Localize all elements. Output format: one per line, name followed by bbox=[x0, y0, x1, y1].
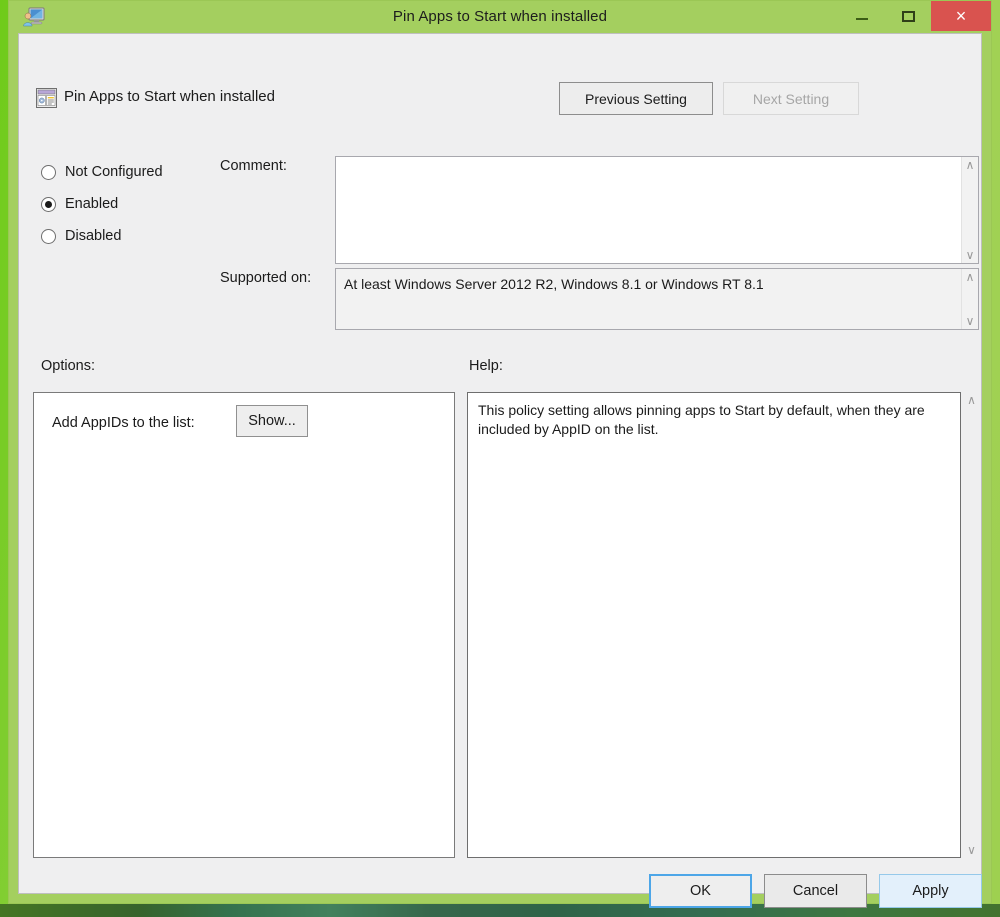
radio-enabled[interactable]: Enabled bbox=[41, 188, 241, 220]
policy-title: Pin Apps to Start when installed bbox=[64, 88, 275, 105]
add-appids-label: Add AppIDs to the list: bbox=[52, 415, 195, 431]
maximize-button[interactable] bbox=[885, 1, 931, 31]
scroll-up-icon[interactable]: ∧ bbox=[967, 394, 976, 406]
radio-disabled-label: Disabled bbox=[65, 228, 122, 244]
radio-not-configured[interactable]: Not Configured bbox=[41, 156, 241, 188]
minimize-icon bbox=[856, 18, 868, 20]
comment-scrollbar[interactable]: ∧ ∨ bbox=[961, 157, 978, 263]
scroll-down-icon[interactable]: ∨ bbox=[967, 844, 976, 856]
supported-on-text: At least Windows Server 2012 R2, Windows… bbox=[344, 276, 764, 292]
comment-field[interactable]: ∧ ∨ bbox=[335, 156, 979, 264]
radio-enabled-icon bbox=[41, 196, 56, 212]
close-icon: × bbox=[955, 6, 967, 26]
scroll-up-icon[interactable]: ∧ bbox=[966, 159, 975, 171]
supported-on-label: Supported on: bbox=[220, 270, 312, 286]
help-section-label: Help: bbox=[469, 358, 503, 374]
ok-button[interactable]: OK bbox=[649, 874, 752, 908]
apply-button[interactable]: Apply bbox=[879, 874, 982, 908]
help-panel: This policy setting allows pinning apps … bbox=[467, 392, 961, 858]
previous-setting-button[interactable]: Previous Setting bbox=[559, 82, 713, 115]
show-button[interactable]: Show... bbox=[236, 405, 308, 437]
comment-label: Comment: bbox=[220, 158, 287, 174]
help-scrollbar[interactable]: ∧ ∨ bbox=[963, 392, 980, 858]
window-controls: × bbox=[839, 1, 991, 31]
radio-disabled-icon bbox=[41, 228, 56, 244]
scroll-down-icon[interactable]: ∨ bbox=[966, 249, 975, 261]
policy-state-radio-group: Not Configured Enabled Disabled bbox=[41, 156, 241, 252]
cancel-button[interactable]: Cancel bbox=[764, 874, 867, 908]
dialog-window: Pin Apps to Start when installed × Pin A… bbox=[8, 0, 992, 908]
radio-enabled-label: Enabled bbox=[65, 196, 119, 212]
dialog-client-area: Pin Apps to Start when installed Previou… bbox=[18, 33, 982, 908]
scroll-up-icon[interactable]: ∧ bbox=[966, 271, 975, 283]
scroll-down-icon[interactable]: ∨ bbox=[966, 315, 975, 327]
policy-setting-icon bbox=[36, 88, 57, 108]
options-panel: Add AppIDs to the list: Show... bbox=[33, 392, 455, 858]
radio-disabled[interactable]: Disabled bbox=[41, 220, 241, 252]
next-setting-button: Next Setting bbox=[723, 82, 859, 115]
supported-on-field: At least Windows Server 2012 R2, Windows… bbox=[335, 268, 979, 330]
minimize-button[interactable] bbox=[839, 1, 885, 31]
title-bar[interactable]: Pin Apps to Start when installed × bbox=[9, 1, 991, 33]
supported-on-scrollbar[interactable]: ∧ ∨ bbox=[961, 269, 978, 329]
close-button[interactable]: × bbox=[931, 1, 991, 31]
maximize-icon bbox=[901, 10, 915, 22]
radio-not-configured-label: Not Configured bbox=[65, 164, 163, 180]
comment-text[interactable] bbox=[336, 157, 961, 263]
options-section-label: Options: bbox=[41, 358, 95, 374]
radio-not-configured-icon bbox=[41, 164, 56, 180]
